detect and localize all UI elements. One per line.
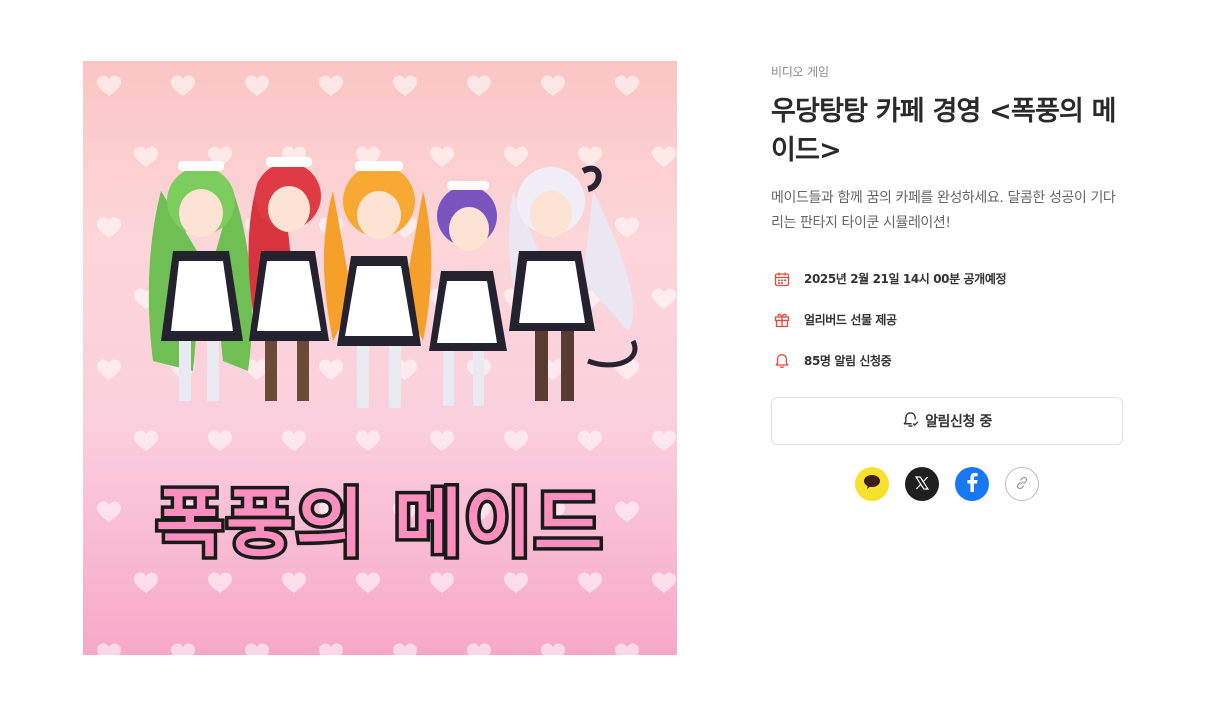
heart-shape [319,643,343,655]
heart-shape [282,572,306,593]
heart-shape [652,146,676,167]
heart-shape [356,572,380,593]
heart-shape [504,146,528,167]
game-logo: 폭풍의 메이드 [152,478,605,571]
share-buttons [771,467,1123,501]
heart-shape [393,75,417,96]
notify-button-label: 알림신청 중 [925,414,992,430]
heart-shape [652,288,676,309]
bell-check-icon [902,411,919,432]
copy-link-button[interactable] [1005,467,1039,501]
cover-art: 폭풍의 메이드 [97,75,676,655]
meta-early-bird: 얼리버드 선물 제공 [771,299,1123,340]
heart-shape [541,75,565,96]
heart-shape [97,359,121,380]
heart-shape [97,501,121,522]
heart-shape [393,643,417,655]
game-description: 메이드들과 함께 꿈의 카페를 완성하세요. 달콤한 성공이 기다리는 판타지 … [771,190,1116,231]
heart-shape [652,430,676,451]
category-label: 비디오 게임 [771,65,829,79]
facebook-icon [965,472,979,496]
gift-icon [771,309,793,331]
meta-alert-count: 85명 알림 신청중 [771,340,1123,381]
cover-image: 폭풍의 메이드 [83,61,677,655]
heart-shape [504,572,528,593]
heart-shape [208,430,232,451]
heart-shape [615,217,639,238]
meta-text: 얼리버드 선물 제공 [804,313,897,327]
heart-shape [430,572,454,593]
heart-shape [134,430,158,451]
heart-shape [430,146,454,167]
heart-shape [97,217,121,238]
heart-shape [578,430,602,451]
heart-shape [504,430,528,451]
heart-shape [208,572,232,593]
heart-shape [319,359,343,380]
heart-shape [134,146,158,167]
heart-shape [541,643,565,655]
heart-shape [171,75,195,96]
meta-release-date: 2025년 2월 21일 14시 00분 공개예정 [771,258,1123,299]
calendar-icon [771,268,793,290]
heart-shape [245,643,269,655]
heart-shape [467,75,491,96]
heart-shape [615,643,639,655]
meta-text: 85명 알림 신청중 [804,354,892,368]
kakaotalk-icon [863,474,881,494]
heart-shape [97,75,121,96]
x-icon [914,475,930,494]
svg-text:폭풍의 메이드: 폭풍의 메이드 [156,481,604,567]
heart-shape [356,430,380,451]
heart-shape [134,572,158,593]
x-share-button[interactable] [905,467,939,501]
game-info-panel: 비디오 게임 우당탕탕 카페 경영 <폭풍의 메이드> 메이드들과 함께 꿈의 … [771,62,1123,501]
link-icon [1015,475,1029,494]
heart-shape [245,75,269,96]
bell-icon [771,350,793,372]
heart-shape [578,572,602,593]
heart-shape [615,501,639,522]
heart-shape [282,430,306,451]
game-title: 우당탕탕 카페 경영 <폭풍의 메이드> [771,96,1117,166]
facebook-share-button[interactable] [955,467,989,501]
heart-shape [319,75,343,96]
heart-shape [578,146,602,167]
heart-shape [171,643,195,655]
maid-characters [148,157,638,408]
heart-shape [467,643,491,655]
kakaotalk-share-button[interactable] [855,467,889,501]
heart-shape [430,430,454,451]
notify-subscribed-button[interactable]: 알림신청 중 [771,397,1123,445]
meta-text: 2025년 2월 21일 14시 00분 공개예정 [804,272,1007,286]
heart-shape [97,643,121,655]
heart-shape [615,75,639,96]
heart-shape [652,572,676,593]
meta-list: 2025년 2월 21일 14시 00분 공개예정 얼리버드 선물 제공 85명… [771,258,1123,381]
